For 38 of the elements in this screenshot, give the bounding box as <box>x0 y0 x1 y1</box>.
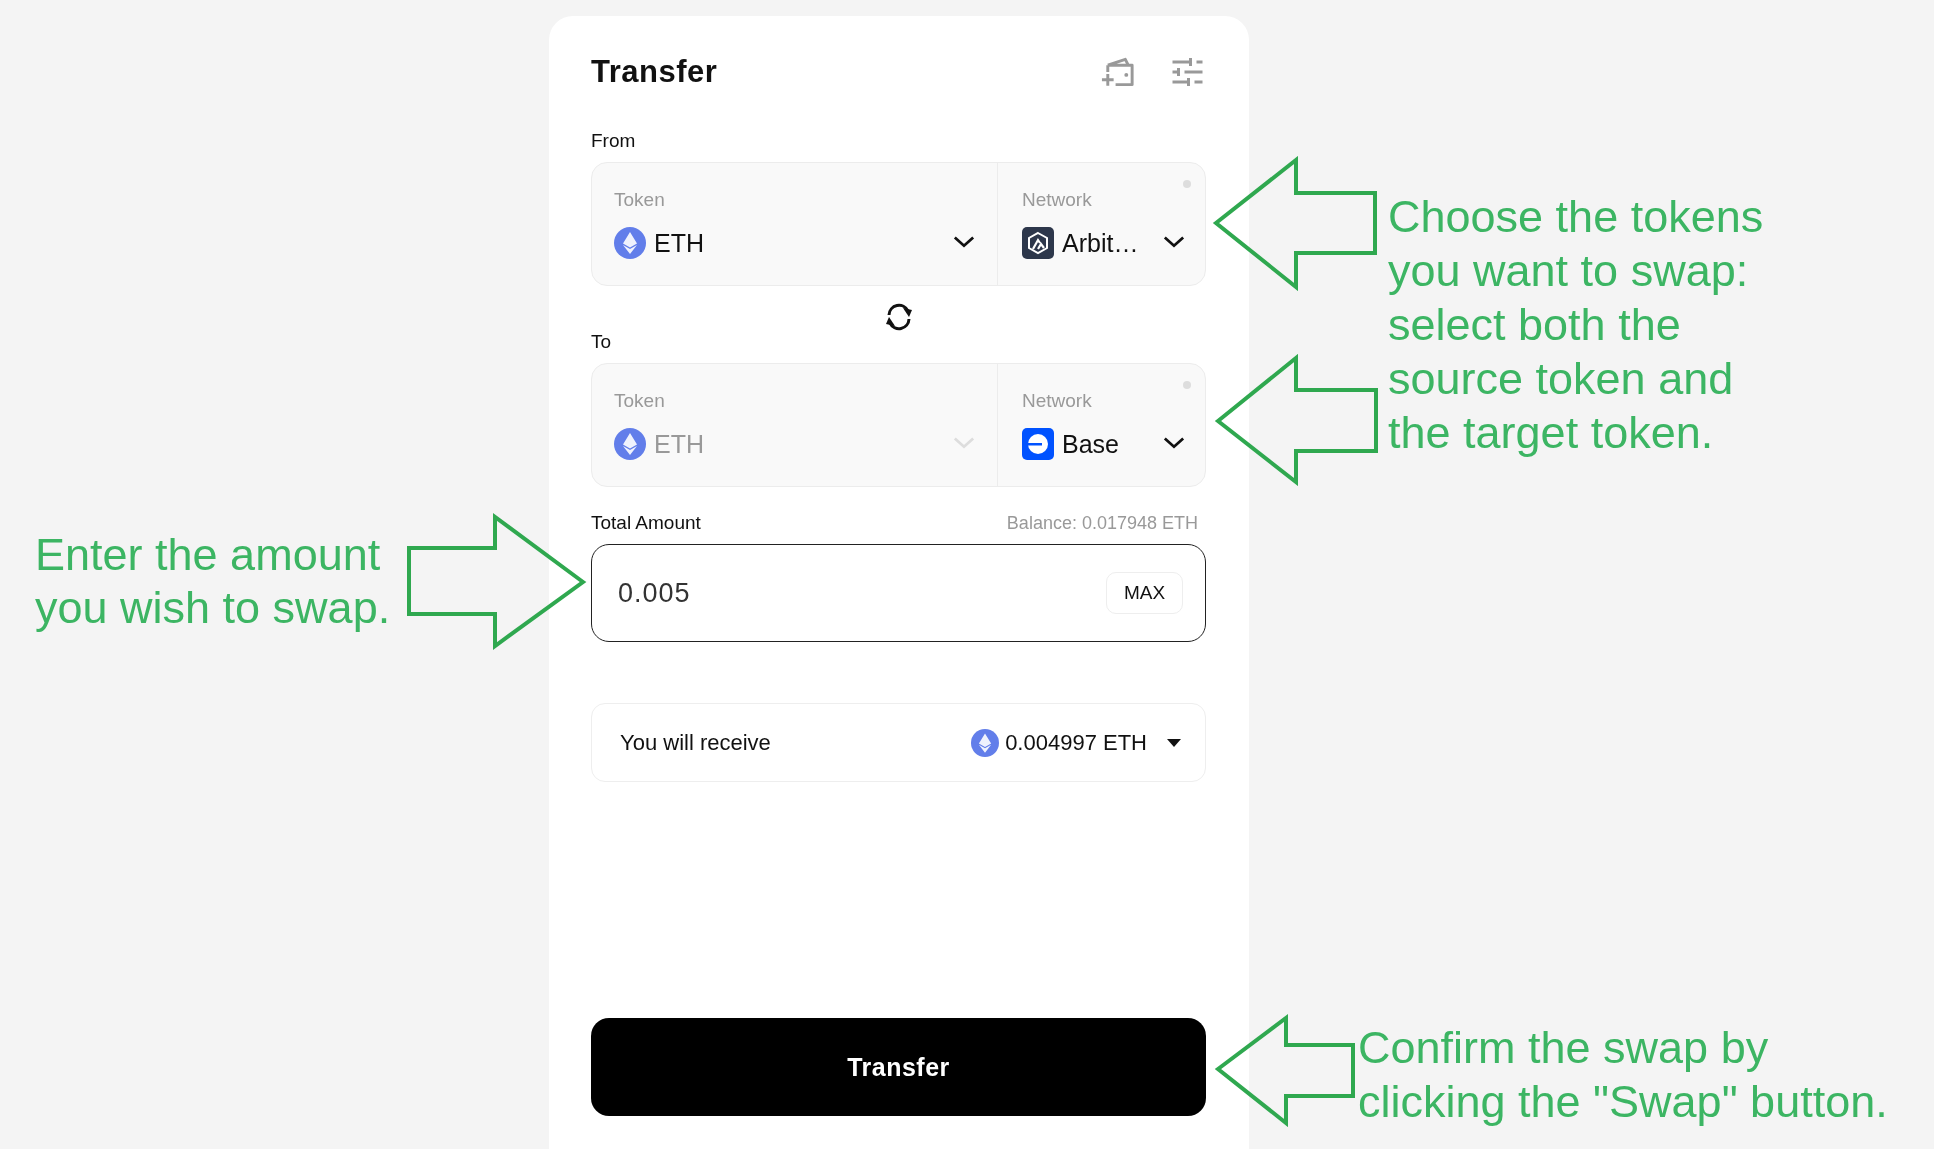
balance-text: Balance: 0.017948 ETH <box>1006 512 1198 534</box>
eth-logo-icon <box>971 728 1000 757</box>
network-logo-icon <box>1022 428 1054 460</box>
field-label: Token <box>614 189 666 211</box>
network-select[interactable]: Network Base <box>998 364 1205 486</box>
status-dot <box>1183 180 1191 188</box>
annotation-text: Enter the amount you wish to swap. <box>35 528 392 634</box>
caret-down-icon <box>1167 738 1181 747</box>
network-select[interactable]: Network Arbit… <box>998 163 1205 285</box>
token-select[interactable]: Token ETH <box>592 163 998 285</box>
receive-row[interactable]: You will receive 0.004997 ETH <box>591 703 1206 782</box>
network-logo-icon <box>1022 227 1054 259</box>
status-dot <box>1183 381 1191 389</box>
section-label: To <box>591 331 613 353</box>
amount-field[interactable]: 0.005 MAX <box>591 544 1206 642</box>
chevron-down-icon <box>1163 235 1185 249</box>
field-label: Network <box>1022 390 1093 412</box>
receive-amount: 0.004997 ETH <box>1005 729 1147 756</box>
annotation-text: Choose the tokens you want to swap: select both the source token and the target token. <box>1388 190 1765 460</box>
token-name: ETH <box>654 228 704 258</box>
annotation-text: Confirm the swap by clicking the "Swap" button. <box>1358 1021 1889 1129</box>
eth-logo-icon <box>614 428 646 460</box>
eth-logo-icon <box>614 227 646 259</box>
field-label: Token <box>614 390 666 412</box>
receive-label: You will receive <box>620 729 771 756</box>
token-name: ETH <box>654 429 704 459</box>
max-button[interactable]: MAX <box>1106 572 1183 614</box>
transfer-button[interactable]: Transfer <box>591 1018 1206 1116</box>
chevron-down-icon <box>1163 436 1185 450</box>
field-label: Total Amount <box>591 512 701 534</box>
wallet-plus-icon[interactable] <box>1100 56 1137 88</box>
chevron-down-icon <box>953 436 975 450</box>
chevron-down-icon <box>953 235 975 249</box>
field-label: Network <box>1022 189 1093 211</box>
network-name: Arbit… <box>1062 228 1139 258</box>
section-label: From <box>591 130 637 152</box>
network-name: Base <box>1062 429 1119 459</box>
card-title: Transfer <box>591 54 718 90</box>
